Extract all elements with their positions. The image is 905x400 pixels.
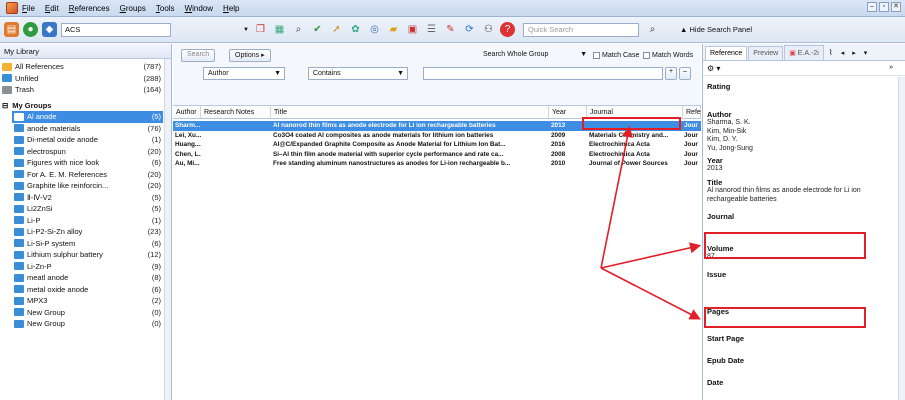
my-groups-label: My Groups: [12, 100, 52, 110]
group-count: (1): [151, 215, 161, 225]
group-label: Li-P2-Si-Zn alloy: [27, 227, 83, 237]
folder-icon: [14, 135, 24, 144]
group-label: All References: [15, 62, 64, 72]
folder-icon: [14, 170, 24, 179]
group-label: New Group: [27, 307, 65, 317]
folder-icon: [14, 319, 24, 328]
arrow-to-journal-field: [600, 242, 702, 269]
group-count: (0): [151, 307, 161, 317]
group-label: electrospun: [27, 146, 66, 156]
group-count: (6): [151, 284, 161, 294]
group-count: (6): [151, 238, 161, 248]
group-count: (76): [147, 123, 161, 133]
group-label: Unfiled: [15, 73, 39, 83]
folder-icon: [14, 273, 24, 282]
folder-icon: [14, 296, 24, 305]
group-count: (20): [147, 146, 161, 156]
group-label: Al anode: [27, 112, 57, 122]
group-count: (2): [151, 296, 161, 306]
folder-icon: [14, 250, 24, 259]
arrow-to-pages-field: [600, 267, 701, 320]
folder-icon: [14, 308, 24, 317]
group-label: meatl anode: [27, 273, 69, 283]
group-count: (0): [151, 319, 161, 329]
group-count: (5): [151, 112, 161, 122]
group-count: (787): [143, 62, 161, 72]
folder-icon: [14, 112, 24, 121]
group-label: For A. E. M. References: [27, 169, 108, 179]
group-count: (1): [151, 135, 161, 145]
group-count: (5): [151, 192, 161, 202]
folder-icon: [14, 285, 24, 294]
group-label: Figures with nice look: [27, 158, 100, 168]
arrow-to-journal-cell: [600, 125, 633, 269]
group-label: Lithium sulphur battery: [27, 250, 103, 260]
folder-icon: [2, 62, 12, 71]
group-label: Di-metal oxide anode: [27, 135, 98, 145]
group-count: (6): [151, 158, 161, 168]
group-count: (20): [147, 181, 161, 191]
trash-icon: [2, 85, 12, 94]
folder-icon: [14, 239, 24, 248]
group-label: New Group: [27, 319, 65, 329]
group-label: Li2ZnSi: [27, 204, 53, 214]
group-label: MPX3: [27, 296, 48, 306]
folder-icon: [14, 147, 24, 156]
group-label: Li-Si-P system: [27, 238, 76, 248]
group-count: (5): [151, 204, 161, 214]
collapse-icon[interactable]: ⊟: [2, 101, 8, 110]
group-count: (288): [143, 73, 161, 83]
folder-icon: [2, 74, 12, 83]
group-label: anode materials: [27, 123, 81, 133]
group-count: (12): [147, 250, 161, 260]
folder-icon: [14, 204, 24, 213]
folder-icon: [14, 158, 24, 167]
folder-icon: [14, 262, 24, 271]
group-label: Li-Zn-P: [27, 261, 52, 271]
folder-icon: [14, 124, 24, 133]
group-label: Ⅱ-Ⅳ-V2: [27, 192, 52, 202]
group-count: (164): [143, 85, 161, 95]
group-label: Li-P: [27, 215, 41, 225]
group-label: metal oxide anode: [27, 284, 89, 294]
group-label: Graphite like reinforcin...: [27, 181, 109, 191]
group-label: Trash: [15, 85, 34, 95]
annotation-arrows: [600, 125, 702, 320]
group-count: (23): [147, 227, 161, 237]
group-count: (20): [147, 169, 161, 179]
folder-icon: [14, 193, 24, 202]
folder-icon: [14, 227, 24, 236]
group-count: (9): [151, 261, 161, 271]
folder-icon: [14, 181, 24, 190]
group-count: (8): [151, 273, 161, 283]
folder-icon: [14, 216, 24, 225]
